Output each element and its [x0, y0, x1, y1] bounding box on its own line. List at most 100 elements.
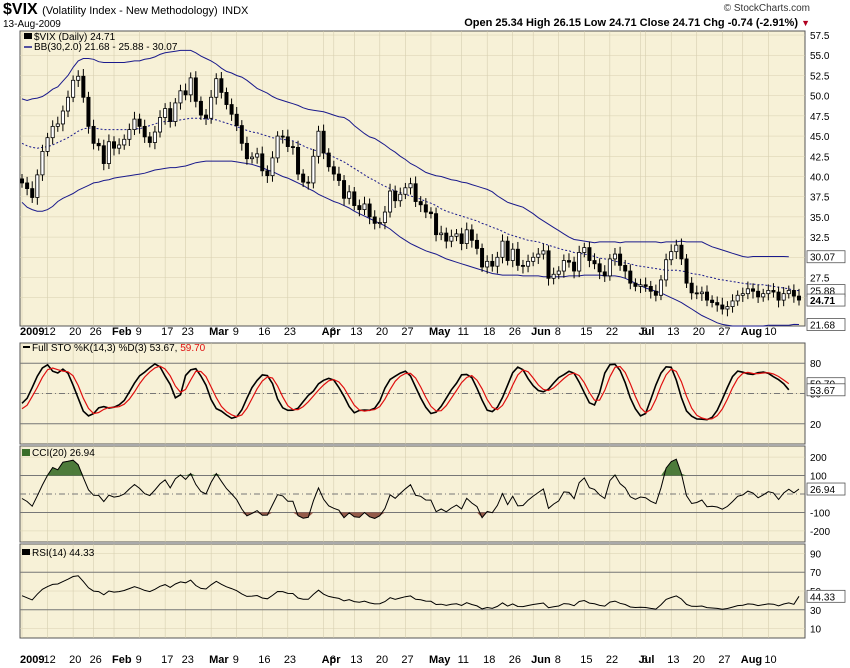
candle-body	[50, 125, 55, 139]
candle-body	[132, 118, 137, 131]
brand-label[interactable]: © StockCharts.com	[724, 3, 810, 14]
candle-body	[35, 174, 40, 198]
candle-body	[490, 260, 495, 267]
candle-body	[704, 291, 709, 301]
candle-body	[342, 180, 347, 199]
candle-body	[566, 260, 571, 263]
sto-legend: Full STO %K(14,3) %D(3) 53.67, 59.70	[32, 343, 206, 354]
candle-body	[326, 152, 331, 168]
candle-body	[454, 233, 459, 237]
candle-body	[296, 146, 301, 175]
x-tick-label: 2009	[20, 654, 44, 666]
candle-body	[643, 284, 648, 287]
y-tick-label: 32.5	[810, 233, 830, 244]
candle-body	[791, 290, 796, 297]
symbol: $VIX	[3, 1, 38, 18]
candle-body	[766, 290, 771, 295]
x-tick-label: 2009	[20, 326, 44, 338]
candle-body	[551, 273, 556, 279]
value-tag-label: 53.67	[810, 386, 835, 397]
candle-body	[587, 247, 592, 261]
x-tick-label: 20	[693, 326, 705, 338]
candle-body	[761, 293, 766, 298]
x-tick-label: 9	[233, 654, 239, 666]
candle-body	[520, 264, 525, 267]
x-tick-label: 20	[376, 326, 388, 338]
candle-body	[638, 284, 643, 287]
candle-body	[740, 293, 745, 296]
candle-body	[239, 125, 244, 144]
candle-body	[55, 123, 60, 127]
candle-body	[158, 117, 163, 133]
candle-body	[306, 181, 311, 184]
candle-body	[393, 190, 398, 202]
candle-body	[485, 260, 490, 268]
x-tick-label: 6	[330, 326, 336, 338]
candle-body	[459, 233, 464, 244]
y-tick-label: 45.0	[810, 132, 830, 143]
y-tick-label: 20	[810, 420, 822, 431]
candle-body	[505, 240, 510, 261]
y-tick-label: 90	[810, 549, 822, 560]
y-tick-label: -100	[810, 508, 830, 519]
x-tick-label: 20	[69, 654, 81, 666]
candle-body	[106, 141, 111, 164]
candle-body	[137, 118, 142, 127]
x-tick-label: 11	[458, 326, 469, 338]
x-tick-label: 18	[483, 654, 495, 666]
candle-body	[244, 142, 249, 160]
candle-body	[674, 244, 679, 253]
candle-body	[219, 78, 224, 93]
candle-body	[76, 75, 81, 81]
candle-body	[474, 239, 479, 249]
candle-body	[423, 204, 428, 213]
x-tick-label: 20	[376, 654, 388, 666]
value-tag-label: 21.68	[810, 321, 835, 332]
x-tick-label: 27	[401, 326, 413, 338]
value-tag-label: 44.33	[810, 592, 835, 603]
candle-body	[633, 282, 638, 287]
x-tick-label: 27	[401, 654, 413, 666]
candle-body	[720, 304, 725, 310]
candle-body	[541, 250, 546, 255]
x-tick-label: Jun	[531, 326, 551, 338]
x-tick-label: 6	[330, 654, 336, 666]
value-tag-label: 26.94	[810, 485, 835, 496]
y-tick-label: 52.5	[810, 71, 830, 82]
y-tick-label: 35.0	[810, 213, 830, 224]
x-tick-label: 20	[693, 654, 705, 666]
x-tick-label: Feb	[112, 654, 132, 666]
candle-body	[725, 306, 730, 310]
candle-body	[699, 291, 704, 295]
candle-body	[592, 260, 597, 265]
x-tick-label: May	[429, 654, 451, 666]
candle-body	[173, 102, 178, 122]
candle-body	[745, 288, 750, 295]
candle-body	[255, 153, 260, 158]
candle-body	[669, 251, 674, 261]
x-tick-label: 26	[90, 326, 102, 338]
x-tick-label: 26	[509, 326, 521, 338]
candle-body	[464, 229, 469, 244]
cci-legend-swatch	[22, 449, 30, 456]
candle-body	[500, 240, 505, 258]
x-tick-label: 27	[718, 326, 730, 338]
x-tick-label: Feb	[112, 326, 132, 338]
candle-body	[372, 216, 377, 224]
candle-body	[546, 250, 551, 279]
x-tick-label: 11	[458, 654, 469, 666]
candle-body	[357, 205, 362, 211]
y-tick-label: 70	[810, 568, 822, 579]
x-tick-label: 8	[555, 326, 561, 338]
candle-body	[204, 114, 209, 119]
candle-body	[408, 183, 413, 189]
candle-body	[224, 92, 229, 105]
x-tick-label: 23	[284, 326, 296, 338]
candle-body	[71, 79, 76, 98]
x-tick-label: 26	[90, 654, 102, 666]
candle-body	[658, 279, 663, 296]
candle-body	[428, 211, 433, 215]
x-tick-label: 16	[258, 654, 270, 666]
ohlc-summary: Open 25.34 High 26.15 Low 24.71 Close 24…	[464, 17, 810, 29]
x-tick-label: 13	[350, 654, 362, 666]
